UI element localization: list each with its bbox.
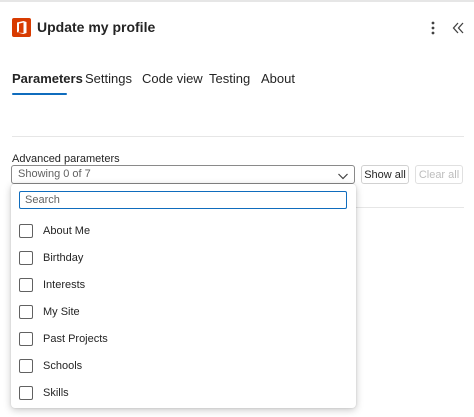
tab-code-view[interactable]: Code view [142, 71, 203, 86]
tab-settings[interactable]: Settings [85, 71, 132, 86]
option-label: About Me [43, 225, 91, 237]
checkbox[interactable] [19, 386, 33, 400]
top-divider [0, 0, 474, 2]
clear-all-button: Clear all [415, 165, 463, 184]
checkbox[interactable] [19, 305, 33, 319]
tab-testing[interactable]: Testing [209, 71, 250, 86]
option-label: My Site [43, 306, 80, 318]
tab-parameters[interactable]: Parameters [12, 71, 83, 86]
tab-about[interactable]: About [261, 71, 295, 86]
page-title: Update my profile [37, 19, 156, 35]
active-tab-indicator [12, 93, 67, 95]
office-app-icon [12, 18, 31, 37]
search-input[interactable] [19, 191, 347, 209]
checkbox[interactable] [19, 224, 33, 238]
advanced-parameters-label: Advanced parameters [12, 153, 120, 165]
option-label: Skills [43, 387, 69, 399]
panel-header: Update my profile [12, 18, 466, 40]
show-all-button[interactable]: Show all [361, 165, 409, 184]
option-label: Schools [43, 360, 83, 372]
checkbox[interactable] [19, 278, 33, 292]
advanced-parameters-dropdown[interactable]: Showing 0 of 7 [11, 165, 355, 184]
option-label: Birthday [43, 252, 84, 264]
dropdown-listbox: About Me Birthday Interests My Site Past… [11, 184, 356, 408]
more-options-icon[interactable] [425, 18, 441, 38]
section-divider [12, 136, 464, 137]
option-label: Past Projects [43, 333, 108, 345]
collapse-panel-icon[interactable] [450, 18, 466, 38]
checkbox[interactable] [19, 332, 33, 346]
dropdown-selected-text: Showing 0 of 7 [18, 168, 91, 180]
section-divider-right [355, 207, 464, 208]
checkbox[interactable] [19, 359, 33, 373]
option-label: Interests [43, 279, 86, 291]
checkbox[interactable] [19, 251, 33, 265]
